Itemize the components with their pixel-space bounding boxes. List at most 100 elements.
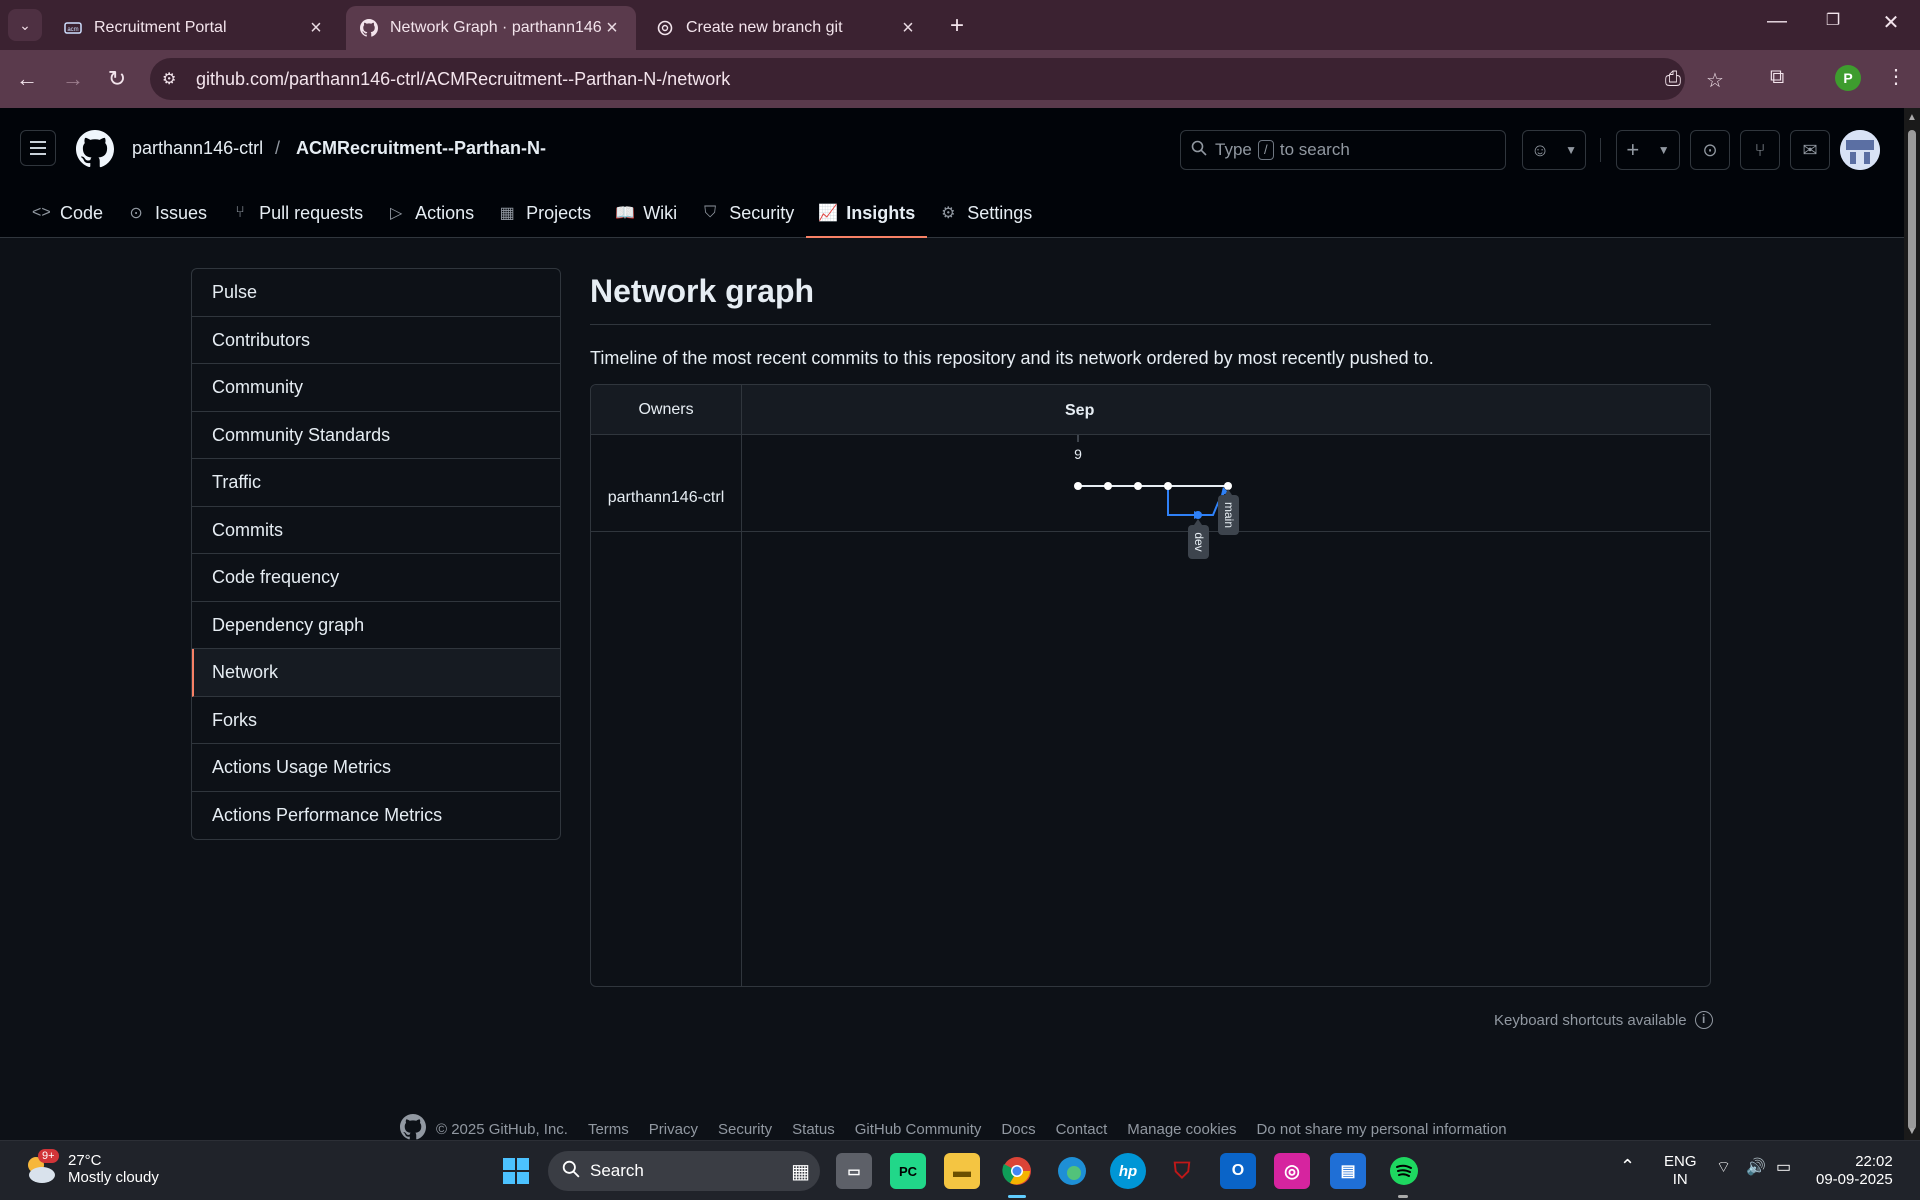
commit-dot[interactable] <box>1104 482 1112 490</box>
mcafee-icon[interactable]: ⛉ <box>1164 1153 1200 1189</box>
reload-icon[interactable]: ↻ <box>102 64 132 94</box>
pull-requests-button[interactable]: ⑂ <box>1740 130 1780 170</box>
page-scrollbar[interactable]: ▲ ▼ <box>1904 108 1920 1140</box>
tab-security[interactable]: ⛉ Security <box>689 188 806 238</box>
hp-icon[interactable]: hp <box>1110 1153 1146 1189</box>
keyboard-shortcuts-hint[interactable]: Keyboard shortcuts available i <box>1494 1011 1713 1029</box>
chevron-up-icon[interactable]: ⌃ <box>1620 1157 1635 1175</box>
windows-start-icon[interactable] <box>498 1153 534 1189</box>
tab-pull-requests[interactable]: ⑂ Pull requests <box>219 188 375 238</box>
tab-actions[interactable]: ▷ Actions <box>375 188 486 238</box>
sidebar-item-forks[interactable]: Forks <box>192 697 560 744</box>
clock[interactable]: 22:02 09-09-2025 <box>1816 1153 1893 1189</box>
tab-search-button[interactable]: ⌄ <box>8 9 42 41</box>
volume-icon[interactable]: 🔊 <box>1746 1159 1766 1177</box>
wifi-icon[interactable]: ⌔ <box>1716 1159 1731 1177</box>
file-explorer-icon[interactable]: ▬ <box>944 1153 980 1189</box>
language-indicator[interactable]: ENG IN <box>1664 1153 1697 1189</box>
footer-link-community[interactable]: GitHub Community <box>855 1121 982 1138</box>
footer-link-docs[interactable]: Docs <box>1001 1121 1035 1138</box>
weather-widget[interactable]: 9+ 27°C Mostly cloudy <box>22 1149 159 1187</box>
tab-issues[interactable]: ⊙ Issues <box>115 188 219 238</box>
scroll-down-icon[interactable]: ▼ <box>1907 1126 1917 1137</box>
sidebar-item-community[interactable]: Community <box>192 364 560 412</box>
footer-link-status[interactable]: Status <box>792 1121 835 1138</box>
instagram-icon[interactable]: ◎ <box>1274 1153 1310 1189</box>
commit-dot[interactable] <box>1164 482 1172 490</box>
forward-icon[interactable]: → <box>58 64 88 94</box>
tab-network-graph[interactable]: Network Graph · parthann146-c × <box>346 6 636 50</box>
close-tab-icon[interactable]: × <box>898 17 918 40</box>
inbox-button[interactable]: ✉ <box>1790 130 1830 170</box>
edge-icon[interactable] <box>1054 1153 1090 1189</box>
store-icon[interactable]: ▤ <box>1330 1153 1366 1189</box>
close-tab-icon[interactable]: × <box>602 17 622 40</box>
create-new-button[interactable]: + ▼ <box>1616 130 1680 170</box>
network-graph-canvas[interactable]: 9 main dev <box>591 385 1711 987</box>
sidebar-item-traffic[interactable]: Traffic <box>192 459 560 507</box>
commit-dot[interactable] <box>1134 482 1142 490</box>
sidebar-item-contributors[interactable]: Contributors <box>192 317 560 364</box>
chrome-icon[interactable] <box>999 1153 1035 1189</box>
footer-link-do-not-share[interactable]: Do not share my personal information <box>1257 1121 1507 1138</box>
network-graph-panel[interactable]: Owners Sep parthann146-ctrl 9 main dev <box>590 384 1711 987</box>
tab-wiki[interactable]: 📖 Wiki <box>603 188 689 238</box>
task-view-icon[interactable]: ▭ <box>836 1153 872 1189</box>
taskbar-search[interactable]: Search ▦ <box>548 1151 820 1191</box>
pycharm-icon[interactable]: PC <box>890 1153 926 1189</box>
issues-button[interactable]: ⊙ <box>1690 130 1730 170</box>
sidebar-item-actions-usage-metrics[interactable]: Actions Usage Metrics <box>192 744 560 792</box>
menu-hamburger-icon[interactable] <box>20 130 56 166</box>
footer-link-contact[interactable]: Contact <box>1056 1121 1108 1138</box>
sidebar-item-pulse[interactable]: Pulse <box>192 269 560 317</box>
sidebar-item-actions-performance-metrics[interactable]: Actions Performance Metrics <box>192 792 560 840</box>
install-app-icon[interactable]: ⎙ <box>1665 68 1681 91</box>
search-input[interactable]: Type / to search <box>1180 130 1506 170</box>
branch-name: dev <box>1192 532 1206 551</box>
tab-settings[interactable]: ⚙ Settings <box>927 188 1044 238</box>
commit-dot[interactable] <box>1224 482 1232 490</box>
github-logo-icon[interactable] <box>76 130 115 173</box>
repo-link[interactable]: ACMRecruitment--Parthan-N- <box>296 138 546 159</box>
footer-link-terms[interactable]: Terms <box>588 1121 629 1138</box>
profile-avatar[interactable]: P <box>1835 65 1861 91</box>
footer-link-privacy[interactable]: Privacy <box>649 1121 698 1138</box>
sidebar-item-code-frequency[interactable]: Code frequency <box>192 554 560 602</box>
commit-dot[interactable] <box>1194 511 1202 519</box>
sidebar-item-dependency-graph[interactable]: Dependency graph <box>192 602 560 649</box>
site-settings-icon[interactable]: ⚙ <box>162 69 192 89</box>
tab-recruitment-portal[interactable]: acm Recruitment Portal × <box>50 6 340 50</box>
tab-insights[interactable]: 📈 Insights <box>806 188 928 238</box>
footer-link-manage-cookies[interactable]: Manage cookies <box>1127 1121 1236 1138</box>
tab-projects[interactable]: ▦ Projects <box>486 188 603 238</box>
spotify-icon[interactable] <box>1386 1153 1422 1189</box>
sidebar-item-community-standards[interactable]: Community Standards <box>192 412 560 459</box>
back-icon[interactable]: ← <box>12 64 42 94</box>
restore-icon[interactable]: ❐ <box>1818 10 1848 30</box>
tab-code[interactable]: <> Code <box>20 188 115 238</box>
sidebar-item-commits[interactable]: Commits <box>192 507 560 554</box>
branch-label-main[interactable]: main <box>1218 489 1239 535</box>
sidebar-item-network[interactable]: Network <box>192 649 560 697</box>
close-tab-icon[interactable]: × <box>306 17 326 40</box>
copilot-button[interactable]: ☺ ▼ <box>1522 130 1586 170</box>
bookmark-star-icon[interactable]: ☆ <box>1706 68 1724 93</box>
footer-link-security[interactable]: Security <box>718 1121 772 1138</box>
scroll-thumb[interactable] <box>1908 130 1916 1130</box>
address-bar[interactable]: ⚙ github.com/parthann146-ctrl/ACMRecruit… <box>150 58 1724 100</box>
menu-kebab-icon[interactable]: ⋮ <box>1886 64 1906 89</box>
user-avatar[interactable] <box>1840 130 1880 170</box>
clock-time: 22:02 <box>1855 1153 1893 1170</box>
tab-label: Projects <box>526 202 592 223</box>
commit-dot[interactable] <box>1074 482 1082 490</box>
close-window-icon[interactable]: ✕ <box>1876 10 1906 35</box>
tab-create-branch[interactable]: Create new branch git × <box>642 6 932 50</box>
minimize-icon[interactable]: — <box>1762 10 1792 33</box>
outlook-icon[interactable]: O <box>1220 1153 1256 1189</box>
battery-icon[interactable]: ▭ <box>1776 1159 1791 1177</box>
owner-link[interactable]: parthann146-ctrl <box>132 138 263 159</box>
extensions-icon[interactable]: ⧉ <box>1770 66 1784 89</box>
branch-label-dev[interactable]: dev <box>1188 519 1209 559</box>
new-tab-button[interactable]: + <box>950 12 964 40</box>
scroll-up-icon[interactable]: ▲ <box>1907 112 1917 123</box>
